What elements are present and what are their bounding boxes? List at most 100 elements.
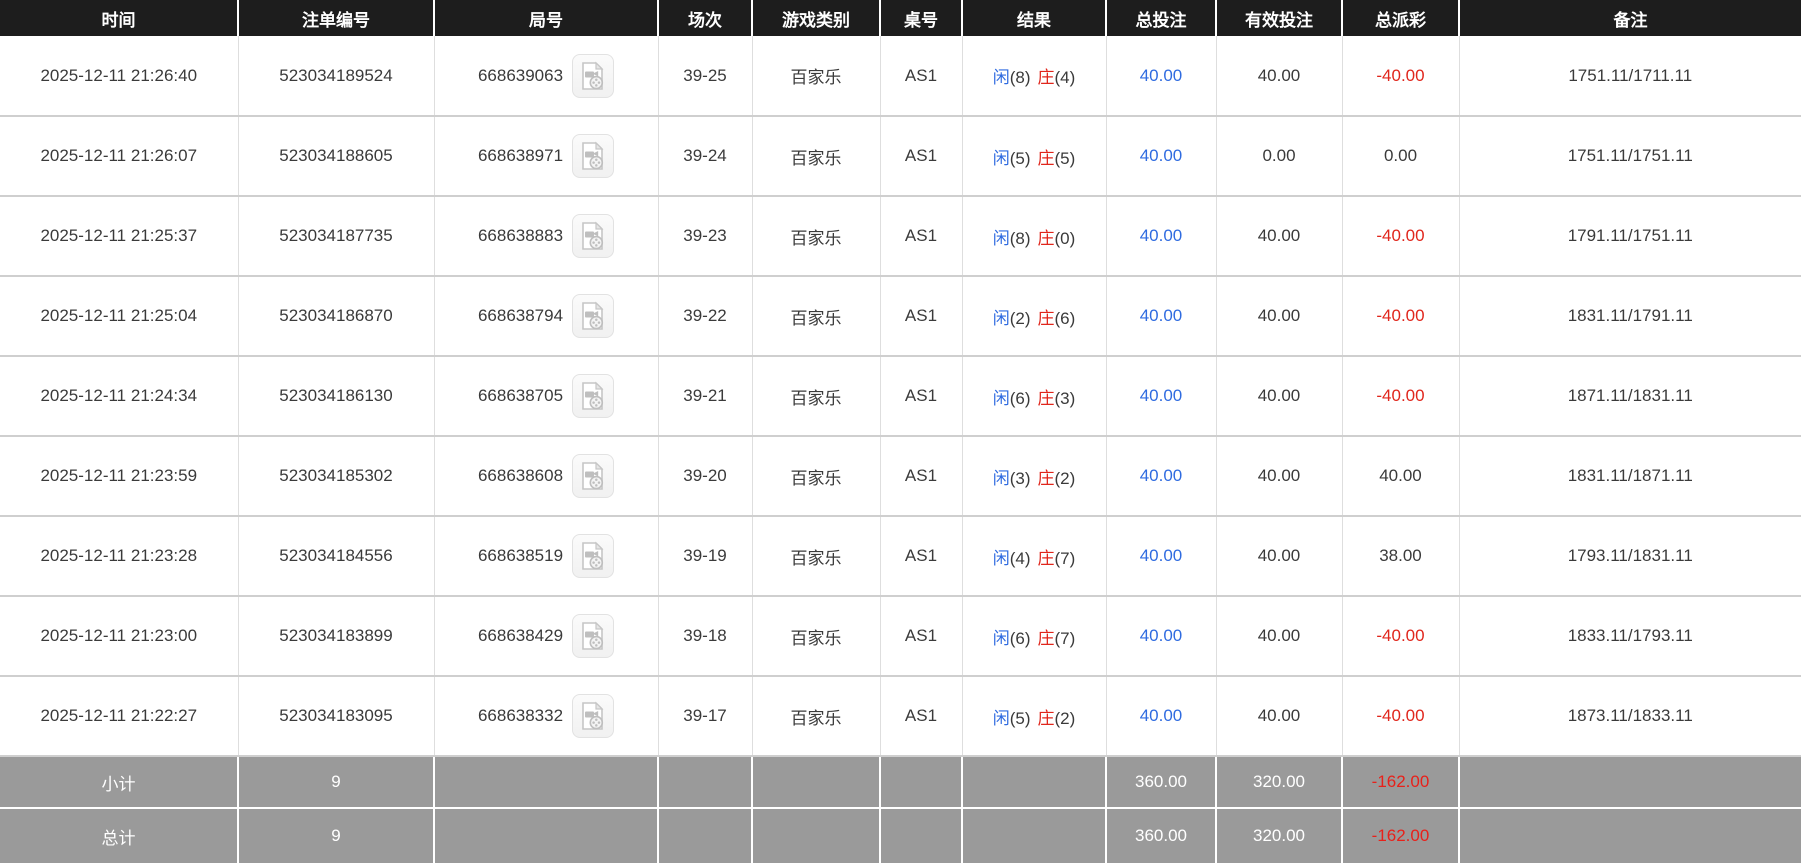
video-replay-icon[interactable] <box>572 294 615 338</box>
cell-bet-id: 523034188605 <box>238 116 435 197</box>
cell-result: 闲(8) 庄(0) <box>962 196 1107 277</box>
result-player-count: (5) <box>1009 148 1031 168</box>
col-header-remark: 备注 <box>1459 0 1801 36</box>
result-banker-label: 庄 <box>1037 628 1055 648</box>
cell-total-bet[interactable]: 40.00 <box>1106 196 1217 277</box>
result-banker-label: 庄 <box>1037 228 1055 248</box>
cell-time: 2025-12-11 21:22:27 <box>0 676 239 757</box>
video-replay-icon[interactable] <box>572 694 615 738</box>
cell-round-id: 668638883 <box>434 196 659 277</box>
cell-bet-id: 523034186870 <box>238 276 435 357</box>
cell-result: 闲(6) 庄(3) <box>962 356 1107 437</box>
col-header-total-bet: 总投注 <box>1106 0 1217 36</box>
cell-valid-bet: 0.00 <box>1216 116 1343 197</box>
cell-game-type: 百家乐 <box>752 516 881 597</box>
round-number: 668638883 <box>477 226 564 245</box>
subtotal-empty-cell <box>751 755 881 809</box>
cell-bet-id: 523034189524 <box>238 36 435 117</box>
video-replay-icon[interactable] <box>572 614 615 658</box>
result-player-count: (6) <box>1009 388 1031 408</box>
result-player-label: 闲 <box>992 388 1010 408</box>
cell-table-no: AS1 <box>880 196 963 277</box>
cell-remark: 1751.11/1711.11 <box>1459 36 1801 117</box>
cell-table-no: AS1 <box>880 116 963 197</box>
cell-total-bet[interactable]: 40.00 <box>1106 676 1217 757</box>
cell-valid-bet: 40.00 <box>1216 276 1343 357</box>
cell-payout: 0.00 <box>1342 116 1460 197</box>
result-banker-count: (2) <box>1054 468 1076 488</box>
cell-round-id: 668638608 <box>434 436 659 517</box>
cell-session: 39-22 <box>658 276 753 357</box>
video-replay-icon[interactable] <box>572 134 615 178</box>
total-empty-cell <box>879 807 963 863</box>
cell-session: 39-17 <box>658 676 753 757</box>
cell-remark: 1831.11/1791.11 <box>1459 276 1801 357</box>
cell-total-bet[interactable]: 40.00 <box>1106 276 1217 357</box>
cell-total-bet[interactable]: 40.00 <box>1106 516 1217 597</box>
result-banker-label: 庄 <box>1037 68 1055 87</box>
cell-total-bet[interactable]: 40.00 <box>1106 116 1217 197</box>
cell-valid-bet: 40.00 <box>1216 596 1343 677</box>
video-replay-icon[interactable] <box>572 454 615 498</box>
result-banker-count: (0) <box>1054 228 1076 248</box>
round-number: 668639063 <box>477 65 564 85</box>
subtotal-empty-cell <box>657 755 753 809</box>
col-header-valid-bet: 有效投注 <box>1216 0 1343 36</box>
total-empty-cell <box>751 807 881 863</box>
cell-session: 39-25 <box>658 36 753 117</box>
cell-session: 39-20 <box>658 436 753 517</box>
cell-remark: 1833.11/1793.11 <box>1459 596 1801 677</box>
round-number: 668638429 <box>477 626 564 645</box>
cell-result: 闲(5) 庄(2) <box>962 676 1107 757</box>
cell-total-bet[interactable]: 40.00 <box>1106 356 1217 437</box>
table-row: 2025-12-11 21:25:04 523034186870 6686387… <box>0 276 1801 357</box>
video-replay-icon[interactable] <box>572 534 615 578</box>
cell-total-bet[interactable]: 40.00 <box>1106 36 1217 117</box>
cell-total-bet[interactable]: 40.00 <box>1106 596 1217 677</box>
cell-round-id: 668638705 <box>434 356 659 437</box>
cell-time: 2025-12-11 21:26:40 <box>0 36 239 117</box>
video-replay-icon[interactable] <box>572 374 615 418</box>
cell-round-id: 668638332 <box>434 676 659 757</box>
cell-payout: 40.00 <box>1342 436 1460 517</box>
result-player-count: (2) <box>1009 308 1031 328</box>
cell-total-bet[interactable]: 40.00 <box>1106 436 1217 517</box>
subtotal-label: 小计 <box>0 755 239 809</box>
cell-bet-id: 523034183095 <box>238 676 435 757</box>
cell-time: 2025-12-11 21:23:28 <box>0 516 239 597</box>
video-replay-icon[interactable] <box>572 214 615 258</box>
cell-payout: -40.00 <box>1342 36 1460 117</box>
result-player-count: (4) <box>1009 548 1031 568</box>
cell-time: 2025-12-11 21:23:00 <box>0 596 239 677</box>
cell-remark: 1791.11/1751.11 <box>1459 196 1801 277</box>
cell-valid-bet: 40.00 <box>1216 36 1343 117</box>
cell-time: 2025-12-11 21:25:37 <box>0 196 239 277</box>
video-replay-icon[interactable] <box>572 53 615 98</box>
cell-game-type: 百家乐 <box>752 36 881 117</box>
cell-table-no: AS1 <box>880 436 963 517</box>
table-row: 2025-12-11 21:26:40 523034189524 6686390… <box>0 36 1801 117</box>
cell-game-type: 百家乐 <box>752 436 881 517</box>
table-header-row: 时间 注单编号 局号 场次 游戏类别 桌号 结果 总投注 有效投注 总派彩 备注 <box>0 0 1801 36</box>
cell-session: 39-18 <box>658 596 753 677</box>
result-player-count: (6) <box>1009 628 1031 648</box>
cell-valid-bet: 40.00 <box>1216 356 1343 437</box>
result-banker-label: 庄 <box>1037 708 1055 728</box>
result-player-label: 闲 <box>992 708 1010 728</box>
subtotal-count: 9 <box>237 755 435 809</box>
cell-result: 闲(2) 庄(6) <box>962 276 1107 357</box>
cell-game-type: 百家乐 <box>752 116 881 197</box>
cell-remark: 1873.11/1833.11 <box>1459 676 1801 757</box>
col-header-time: 时间 <box>0 0 239 36</box>
cell-result: 闲(4) 庄(7) <box>962 516 1107 597</box>
total-row: 总计 9 360.00 320.00 -162.00 <box>0 807 1801 863</box>
cell-payout: -40.00 <box>1342 196 1460 277</box>
cell-bet-id: 523034186130 <box>238 356 435 437</box>
cell-session: 39-21 <box>658 356 753 437</box>
total-label: 总计 <box>0 807 239 863</box>
cell-table-no: AS1 <box>880 676 963 757</box>
bet-records-table: 时间 注单编号 局号 场次 游戏类别 桌号 结果 总投注 有效投注 总派彩 备注… <box>0 0 1801 863</box>
cell-payout: -40.00 <box>1342 356 1460 437</box>
round-number: 668638971 <box>477 146 564 165</box>
cell-bet-id: 523034187735 <box>238 196 435 277</box>
